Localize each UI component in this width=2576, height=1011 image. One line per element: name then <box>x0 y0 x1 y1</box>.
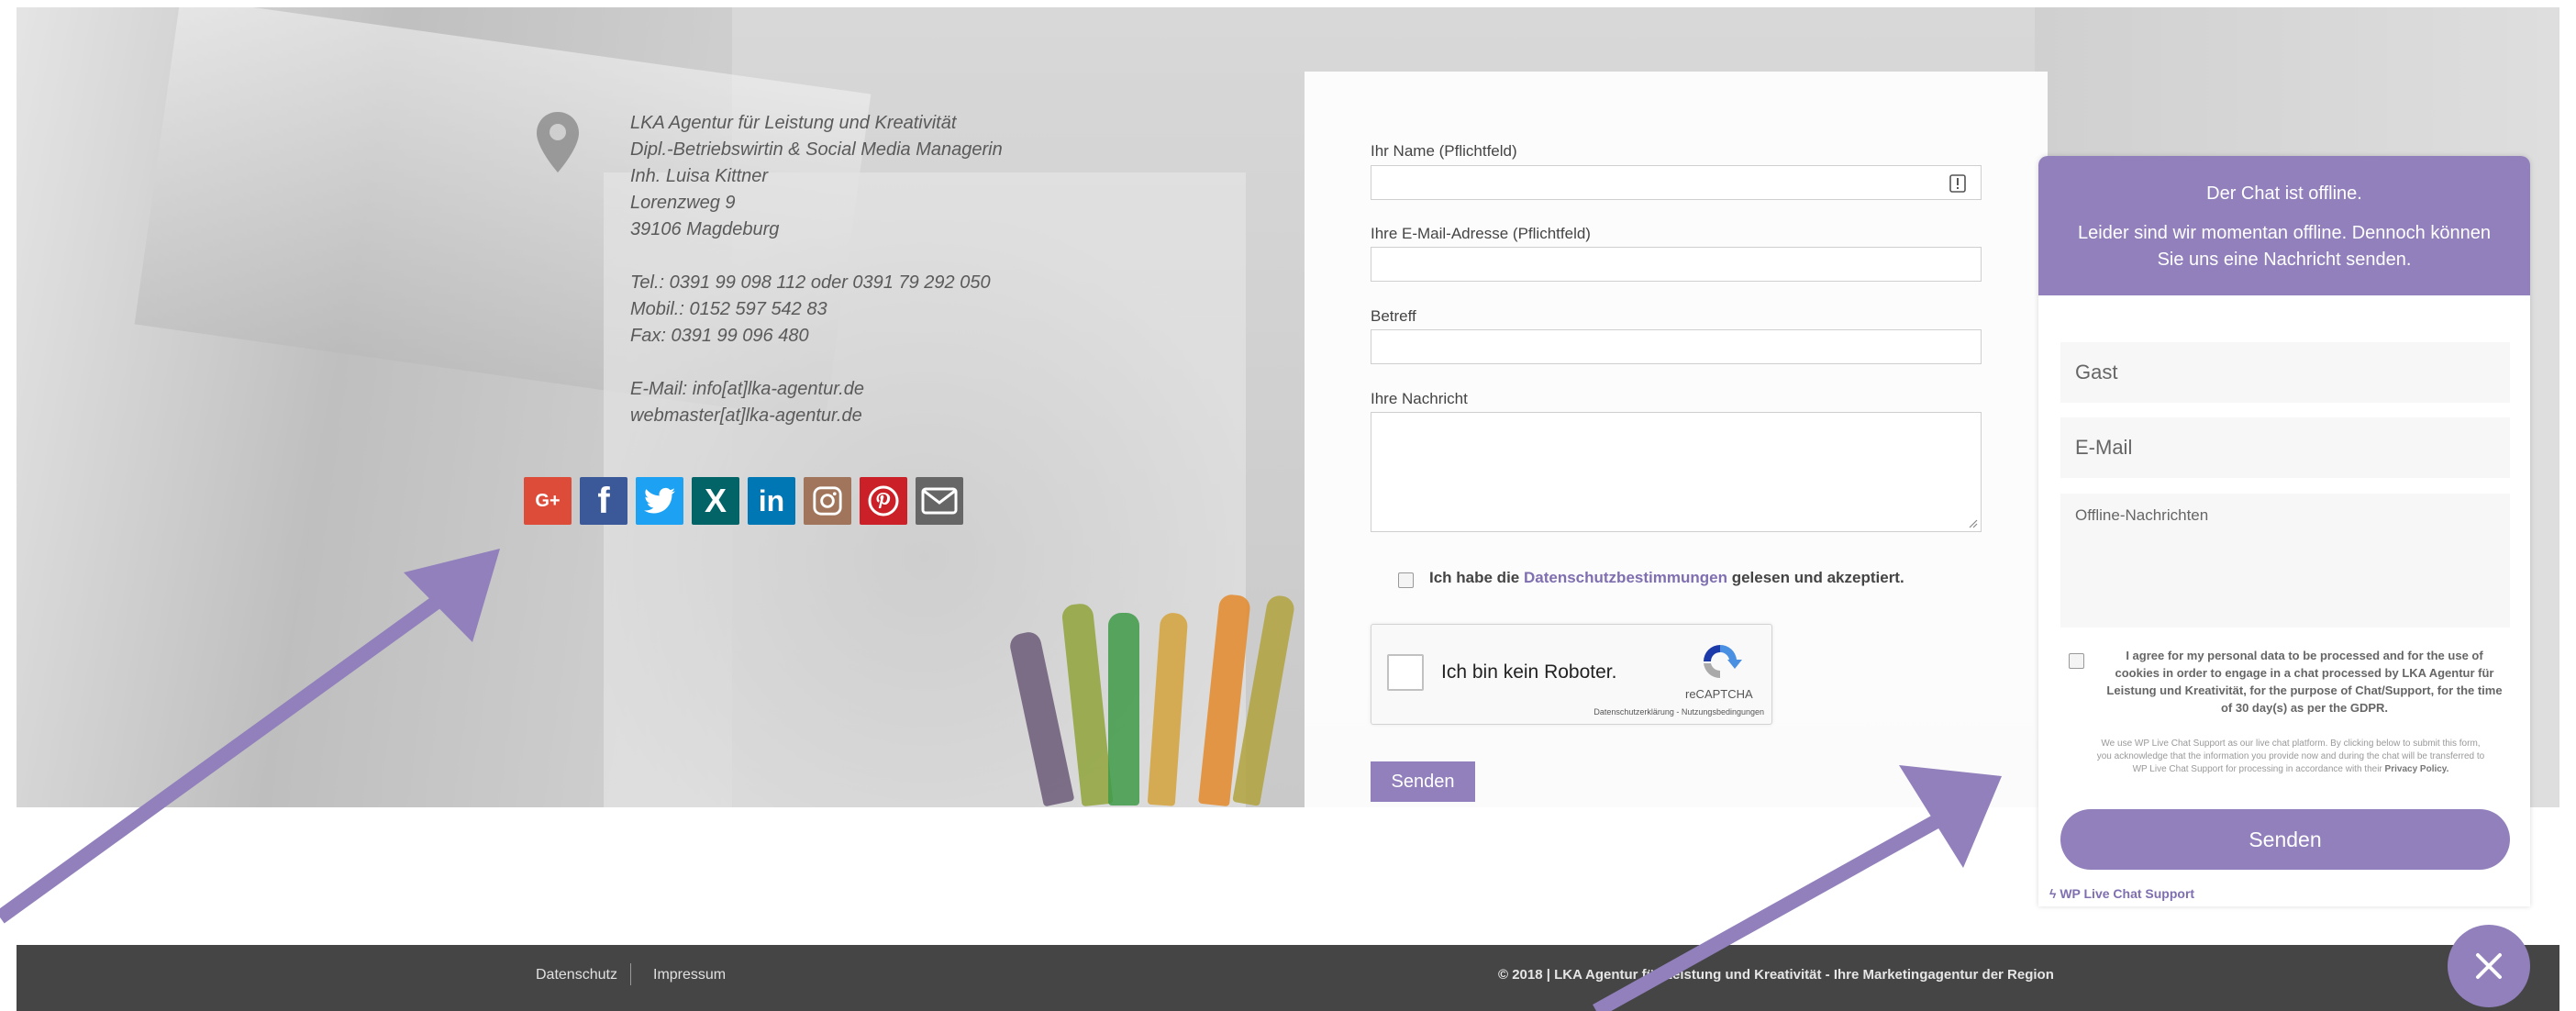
phone-text: Tel.: 0391 99 098 112 oder 0391 79 292 0… <box>630 272 991 293</box>
message-textarea[interactable] <box>1371 412 1982 532</box>
recaptcha-brand: reCAPTCHA <box>1685 687 1753 701</box>
chat-status: Der Chat ist offline. <box>2206 183 2362 204</box>
subject-input[interactable] <box>1371 329 1982 364</box>
chat-email-input[interactable]: E-Mail <box>2060 417 2510 478</box>
gdpr-checkbox[interactable] <box>2069 653 2084 669</box>
privacy-policy-link[interactable]: Datenschutzbestimmungen <box>1524 569 1727 586</box>
footer-divider <box>630 963 631 985</box>
email-text: E-Mail: info[at]lka-agentur.de <box>630 379 864 399</box>
address-line: 39106 Magdeburg <box>630 219 780 239</box>
recaptcha-widget: Ich bin kein Roboter. reCAPTCHA Datensch… <box>1371 624 1772 725</box>
recaptcha-logo-icon <box>1704 644 1742 679</box>
google-plus-icon[interactable]: G+ <box>524 477 572 525</box>
form-submit-button[interactable]: Senden <box>1371 761 1475 802</box>
xing-icon[interactable]: X <box>692 477 739 525</box>
instagram-icon[interactable] <box>804 477 851 525</box>
email-input[interactable] <box>1371 247 1982 282</box>
social-links: G+ f X in <box>524 477 963 525</box>
chat-header: Der Chat ist offline. Leider sind wir mo… <box>2038 156 2530 295</box>
mail-icon[interactable] <box>916 477 963 525</box>
message-label: Ihre Nachricht <box>1371 390 1468 407</box>
consent-checkbox[interactable] <box>1398 572 1414 588</box>
contact-address: LKA Agentur für Leistung und Kreativität… <box>630 110 1003 429</box>
twitter-icon[interactable] <box>636 477 683 525</box>
chat-name-input[interactable]: Gast <box>2060 342 2510 403</box>
recaptcha-links[interactable]: Datenschutzerklärung - Nutzungsbedingung… <box>1593 707 1764 717</box>
envelope-icon <box>921 487 958 515</box>
gdpr-consent-text: I agree for my personal data to be proce… <box>2106 649 2503 715</box>
mobile-text: Mobil.: 0152 597 542 83 <box>630 299 827 319</box>
address-line: LKA Agentur für Leistung und Kreativität <box>630 113 957 133</box>
lightning-icon: ϟ <box>2049 886 2060 901</box>
recaptcha-checkbox[interactable] <box>1387 654 1424 691</box>
chat-fine-print: We use WP Live Chat Support as our live … <box>2093 738 2488 776</box>
linkedin-icon[interactable]: in <box>748 477 795 525</box>
recaptcha-label: Ich bin kein Roboter. <box>1441 661 1617 683</box>
autofill-icon[interactable] <box>1949 174 1966 193</box>
decorative-pen <box>1108 613 1139 805</box>
fax-text: Fax: 0391 99 096 480 <box>630 326 809 346</box>
location-pin-icon <box>537 112 579 172</box>
chat-offline-message: Leider sind wir momentan offline. Dennoc… <box>2078 223 2491 270</box>
facebook-icon[interactable]: f <box>580 477 627 525</box>
address-line: Dipl.-Betriebswirtin & Social Media Mana… <box>630 139 1003 160</box>
pinterest-glyph-icon <box>868 485 899 517</box>
email-label: Ihre E-Mail-Adresse (Pflichtfeld) <box>1371 225 1591 242</box>
twitter-bird-icon <box>644 487 675 514</box>
footer-privacy-link[interactable]: Datenschutz <box>536 967 617 983</box>
consent-suffix: gelesen und akzeptiert. <box>1727 569 1904 586</box>
powered-by-link[interactable]: ϟ WP Live Chat Support <box>2049 886 2194 901</box>
chat-message-textarea[interactable]: Offline-Nachrichten <box>2060 494 2510 628</box>
instagram-glyph-icon <box>813 486 842 516</box>
name-label: Ihr Name (Pflichtfeld) <box>1371 142 1517 160</box>
name-input[interactable] <box>1371 165 1982 200</box>
footer-copyright: © 2018 | LKA Agentur für Leistung und Kr… <box>1498 967 2054 983</box>
resize-handle-icon[interactable] <box>1967 517 1978 528</box>
chat-close-button[interactable] <box>2448 925 2530 1007</box>
live-chat-widget: Der Chat ist offline. Leider sind wir mo… <box>2038 156 2530 906</box>
chat-submit-button[interactable]: Senden <box>2060 809 2510 870</box>
footer-imprint-link[interactable]: Impressum <box>653 967 726 983</box>
subject-label: Betreff <box>1371 307 1416 325</box>
consent-prefix: Ich habe die <box>1429 569 1524 586</box>
address-line: Lorenzweg 9 <box>630 193 736 213</box>
consent-text: Ich habe die Datenschutzbestimmungen gel… <box>1429 569 1904 587</box>
close-icon <box>2476 953 2502 979</box>
powered-by-text: WP Live Chat Support <box>2060 886 2195 901</box>
site-footer: Datenschutz Impressum © 2018 | LKA Agent… <box>17 945 2559 1011</box>
address-line: Inh. Luisa Kittner <box>630 166 769 186</box>
pinterest-icon[interactable] <box>860 477 907 525</box>
privacy-policy-link[interactable]: Privacy Policy. <box>2385 764 2449 774</box>
email-text-2: webmaster[at]lka-agentur.de <box>630 406 862 426</box>
